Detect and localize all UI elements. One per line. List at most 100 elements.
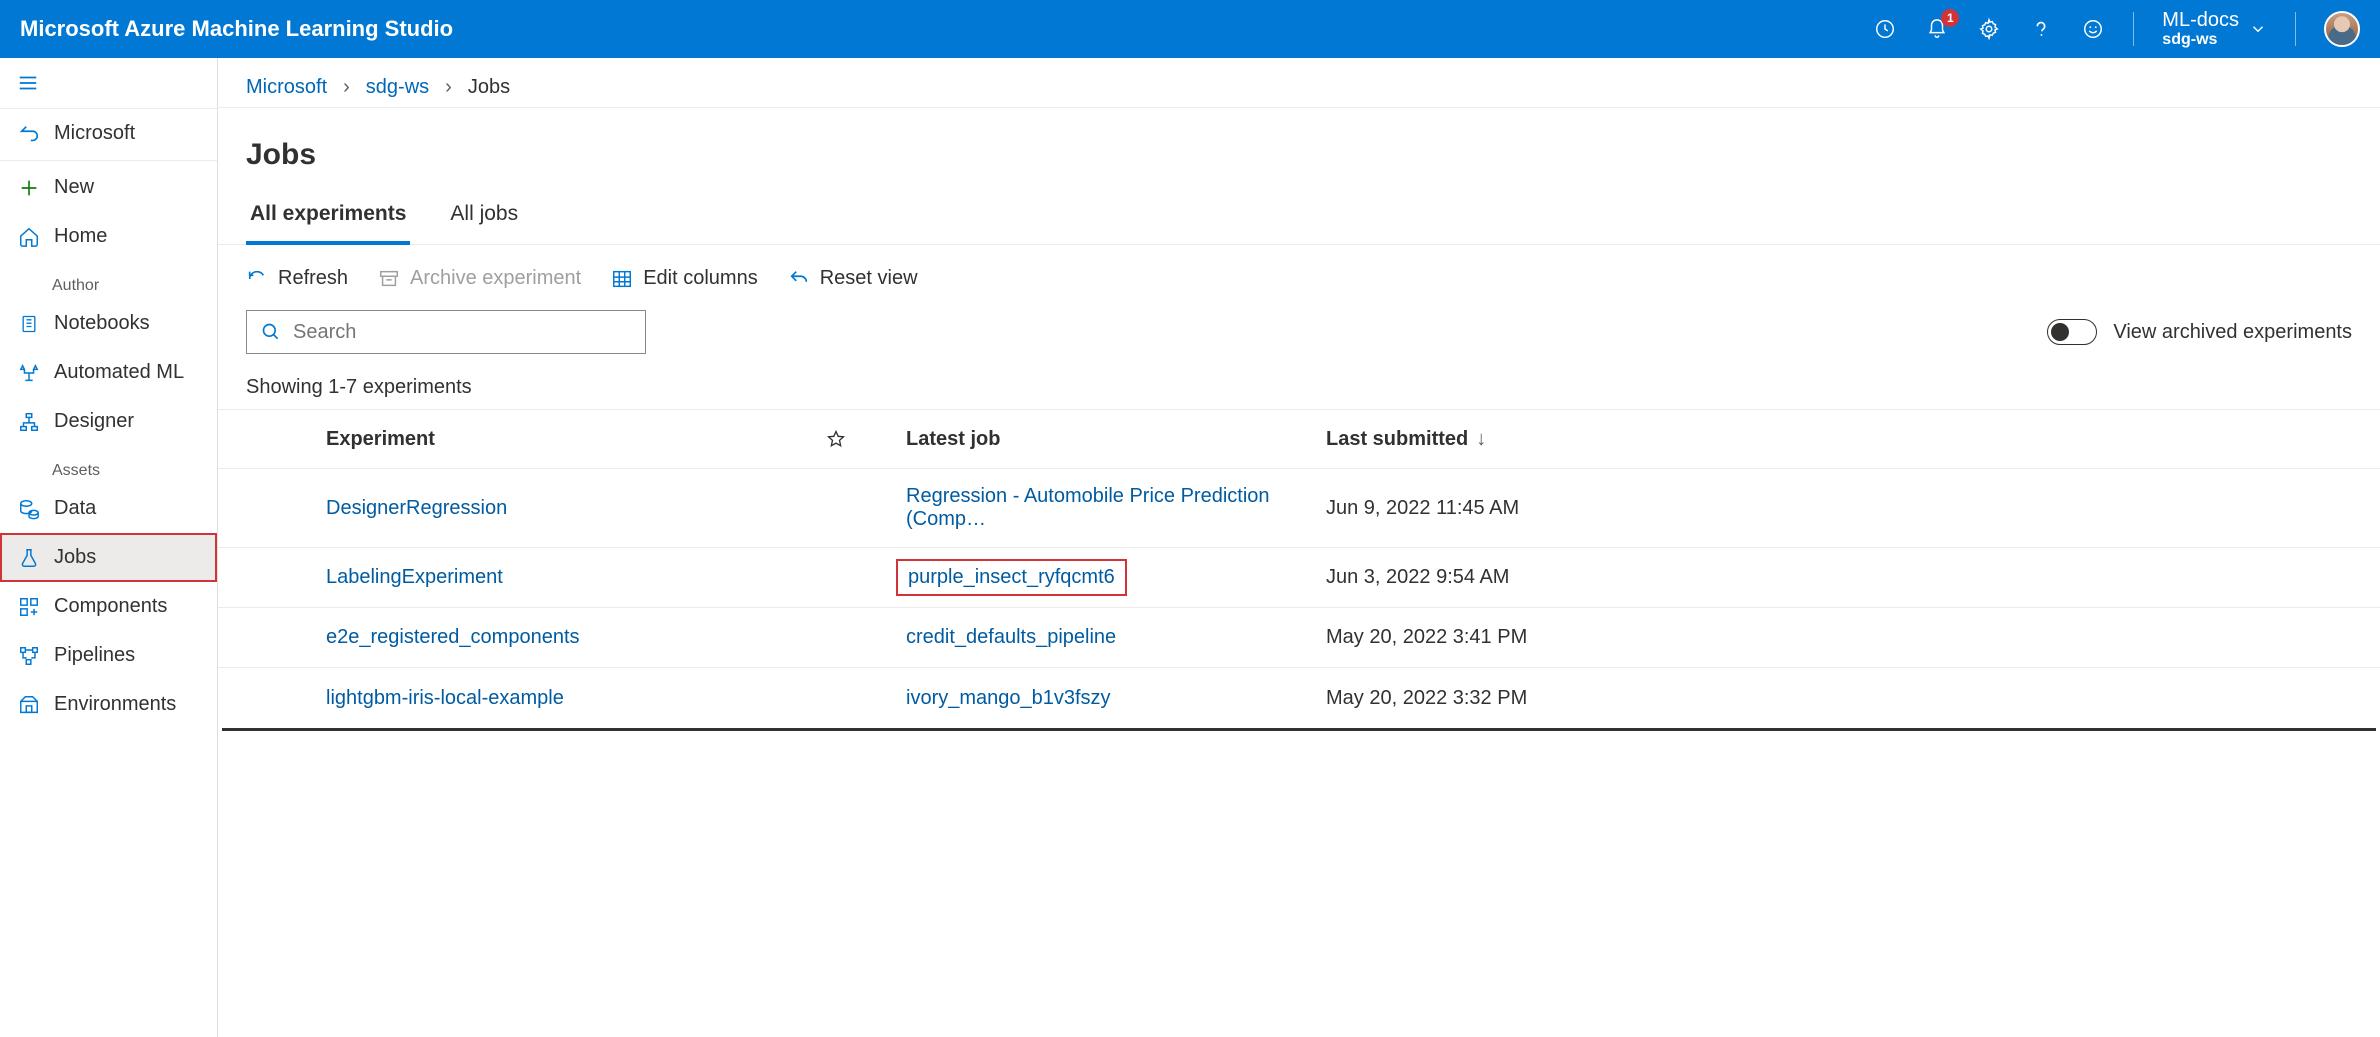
table-row[interactable]: e2e_registered_components credit_default… <box>218 608 2380 668</box>
search-field[interactable] <box>293 321 631 344</box>
sidebar-item-data[interactable]: Data <box>0 484 217 533</box>
sort-down-icon: ↓ <box>1476 428 1486 451</box>
last-submitted: Jun 9, 2022 11:45 AM <box>1326 497 2352 520</box>
sidebar-item-designer[interactable]: Designer <box>0 397 217 446</box>
tab-all-experiments[interactable]: All experiments <box>246 182 410 244</box>
components-icon <box>18 596 40 618</box>
columns-icon <box>611 268 633 290</box>
edit-columns-button[interactable]: Edit columns <box>611 267 758 290</box>
notebook-icon <box>18 313 40 335</box>
experiment-link[interactable]: e2e_registered_components <box>326 626 580 648</box>
breadcrumb-workspace[interactable]: sdg-ws <box>366 76 429 99</box>
archived-toggle[interactable] <box>2047 319 2097 345</box>
flask-icon <box>18 547 40 569</box>
home-icon <box>18 226 40 248</box>
sidebar-back-label: Microsoft <box>54 122 135 145</box>
plus-icon <box>18 177 40 199</box>
environments-icon <box>18 694 40 716</box>
hamburger-icon[interactable] <box>0 72 56 94</box>
col-last-submitted[interactable]: Last submitted ↓ <box>1326 428 2352 451</box>
latest-job-link[interactable]: Regression - Automobile Price Prediction… <box>906 485 1270 530</box>
sidebar-item-label: Home <box>54 225 107 248</box>
bell-icon[interactable]: 1 <box>1925 17 1949 41</box>
search-input[interactable] <box>246 310 646 354</box>
search-icon <box>261 322 281 342</box>
archive-icon <box>378 268 400 290</box>
sidebar-back[interactable]: Microsoft <box>0 109 217 158</box>
table-bottom-border <box>222 728 2376 731</box>
product-title: Microsoft Azure Machine Learning Studio <box>20 16 1873 42</box>
experiments-table: Experiment Latest job Last submitted ↓ D… <box>218 409 2380 731</box>
chevron-right-icon: › <box>343 76 350 99</box>
sidebar-item-label: New <box>54 176 94 199</box>
experiment-link[interactable]: DesignerRegression <box>326 497 507 519</box>
sidebar-item-label: Notebooks <box>54 312 150 335</box>
experiment-link[interactable]: lightgbm-iris-local-example <box>326 687 564 709</box>
designer-icon <box>18 411 40 433</box>
breadcrumb: Microsoft › sdg-ws › Jobs <box>218 58 2380 107</box>
latest-job-link[interactable]: purple_insect_ryfqcmt6 <box>908 566 1115 588</box>
clock-icon[interactable] <box>1873 17 1897 41</box>
table-header: Experiment Latest job Last submitted ↓ <box>218 409 2380 469</box>
sidebar-item-jobs[interactable]: Jobs <box>0 533 217 582</box>
table-row[interactable]: LabelingExperiment purple_insect_ryfqcmt… <box>218 548 2380 608</box>
undo-icon <box>788 268 810 290</box>
archived-toggle-label: View archived experiments <box>2113 321 2352 344</box>
refresh-button[interactable]: Refresh <box>246 267 348 290</box>
sidebar-item-label: Components <box>54 595 167 618</box>
notification-badge: 1 <box>1941 9 1959 27</box>
breadcrumb-root[interactable]: Microsoft <box>246 76 327 99</box>
result-count: Showing 1-7 experiments <box>218 354 2380 409</box>
latest-job-link[interactable]: credit_defaults_pipeline <box>906 626 1116 648</box>
tab-all-jobs[interactable]: All jobs <box>446 182 522 244</box>
sidebar-item-home[interactable]: Home <box>0 212 217 261</box>
sidebar-item-environments[interactable]: Environments <box>0 680 217 729</box>
table-row[interactable]: DesignerRegression Regression - Automobi… <box>218 469 2380 548</box>
last-submitted: Jun 3, 2022 9:54 AM <box>1326 566 2352 589</box>
sidebar-item-label: Designer <box>54 410 134 433</box>
divider <box>2133 12 2134 46</box>
table-row[interactable]: lightgbm-iris-local-example ivory_mango_… <box>218 668 2380 728</box>
col-latest-job[interactable]: Latest job <box>906 428 1326 451</box>
sidebar-section-author: Author <box>0 261 217 299</box>
topbar-icons: 1 ML-docs sdg-ws <box>1873 9 2360 49</box>
col-experiment[interactable]: Experiment <box>326 428 826 451</box>
archive-experiment-button: Archive experiment <box>378 267 581 290</box>
divider <box>2295 12 2296 46</box>
account-secondary: sdg-ws <box>2162 31 2239 49</box>
avatar[interactable] <box>2324 11 2360 47</box>
sidebar-item-label: Environments <box>54 693 176 716</box>
sidebar-item-automl[interactable]: Automated ML <box>0 348 217 397</box>
sidebar-item-label: Data <box>54 497 96 520</box>
sidebar-section-assets: Assets <box>0 446 217 484</box>
sidebar-item-components[interactable]: Components <box>0 582 217 631</box>
sidebar-item-label: Jobs <box>54 546 96 569</box>
latest-job-link[interactable]: ivory_mango_b1v3fszy <box>906 687 1111 709</box>
sidebar-item-notebooks[interactable]: Notebooks <box>0 299 217 348</box>
refresh-icon <box>246 268 268 290</box>
account-switcher[interactable]: ML-docs sdg-ws <box>2162 9 2267 49</box>
last-submitted: May 20, 2022 3:32 PM <box>1326 687 2352 710</box>
toolbar: Refresh Archive experiment Edit columns … <box>218 245 2380 300</box>
sidebar-item-label: Automated ML <box>54 361 184 384</box>
pipelines-icon <box>18 645 40 667</box>
account-primary: ML-docs <box>2162 9 2239 31</box>
automl-icon <box>18 362 40 384</box>
help-icon[interactable] <box>2029 17 2053 41</box>
back-arrow-icon <box>18 123 40 145</box>
smile-icon[interactable] <box>2081 17 2105 41</box>
gear-icon[interactable] <box>1977 17 2001 41</box>
experiment-link[interactable]: LabelingExperiment <box>326 566 503 588</box>
sidebar-item-label: Pipelines <box>54 644 135 667</box>
reset-view-button[interactable]: Reset view <box>788 267 918 290</box>
sidebar: Microsoft New Home Author Notebooks <box>0 58 218 1037</box>
sidebar-item-pipelines[interactable]: Pipelines <box>0 631 217 680</box>
data-icon <box>18 498 40 520</box>
page-title: Jobs <box>218 108 2380 182</box>
tabs: All experiments All jobs <box>218 182 2380 245</box>
chevron-down-icon <box>2249 20 2267 38</box>
topbar: Microsoft Azure Machine Learning Studio … <box>0 0 2380 58</box>
col-favorite[interactable] <box>826 429 906 449</box>
last-submitted: May 20, 2022 3:41 PM <box>1326 626 2352 649</box>
sidebar-item-new[interactable]: New <box>0 163 217 212</box>
